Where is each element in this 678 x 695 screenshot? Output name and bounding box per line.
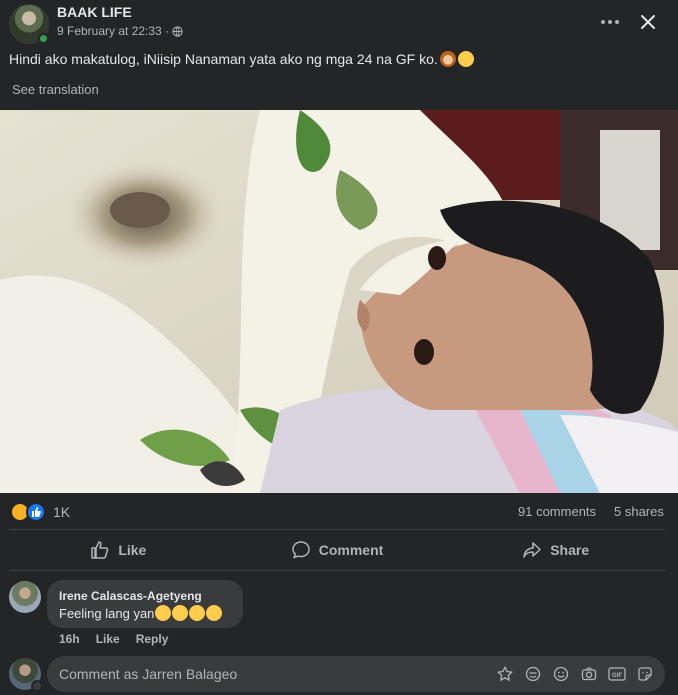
like-button[interactable]: Like — [9, 531, 228, 569]
post-text: Hindi ako makatulog, iNiisip Nanaman yat… — [9, 51, 474, 67]
composer-icons: GIF — [495, 664, 655, 684]
chevron-down-icon[interactable] — [31, 680, 43, 692]
share-icon — [523, 542, 541, 558]
post-header: BAAK LIFE 9 February at 22:33 · — [0, 0, 678, 46]
grin-icon — [206, 605, 223, 621]
online-status-dot — [38, 33, 49, 44]
reaction-icons[interactable] — [10, 502, 48, 522]
comment-time[interactable]: 16h — [59, 632, 80, 646]
photo-illustration — [0, 110, 678, 493]
globe-icon — [172, 25, 183, 37]
avatar-sticker-icon[interactable] — [495, 664, 515, 684]
see-no-evil-monkey-icon — [439, 51, 456, 67]
share-button[interactable]: Share — [446, 531, 665, 569]
post-actions: Like Comment Share — [9, 531, 665, 569]
post-photo[interactable] — [0, 110, 678, 493]
divider-bottom — [9, 570, 665, 571]
comment-like-link[interactable]: Like — [96, 632, 120, 646]
comment-bubble: Irene Calascas-Agetyeng Feeling lang yan — [47, 580, 243, 628]
more-icon — [601, 20, 619, 24]
like-icon — [26, 502, 46, 522]
smiling-face-icon — [457, 51, 474, 67]
comment-reply-link[interactable]: Reply — [136, 632, 169, 646]
thumbs-up-icon — [91, 541, 109, 559]
grin-sweat-icon — [155, 605, 172, 621]
svg-text:GIF: GIF — [612, 673, 622, 679]
comment-input[interactable]: Comment as Jarren Balageo GIF — [47, 656, 665, 692]
share-label: Share — [550, 542, 590, 558]
camera-icon[interactable] — [579, 664, 599, 684]
reactions-row: 1K 91 comments 5 shares — [0, 496, 678, 528]
post-timestamp[interactable]: 9 February at 22:33 · — [57, 24, 169, 38]
author-name[interactable]: BAAK LIFE — [57, 4, 132, 20]
close-button[interactable] — [632, 6, 664, 38]
comment-author[interactable]: Irene Calascas-Agetyeng — [59, 589, 202, 603]
post-body: Hindi ako makatulog, iNiisip Nanaman yat… — [9, 51, 438, 67]
shares-count[interactable]: 5 shares — [614, 504, 664, 519]
grin-icon — [172, 605, 189, 621]
more-options-button[interactable] — [596, 8, 624, 36]
comment-body: Feeling lang yan — [59, 605, 155, 621]
comments-count[interactable]: 91 comments — [518, 504, 596, 519]
comment-input-placeholder: Comment as Jarren Balageo — [59, 666, 238, 682]
like-label: Like — [118, 542, 147, 558]
sticker-icon[interactable] — [635, 664, 655, 684]
see-translation-link[interactable]: See translation — [12, 82, 99, 97]
divider-top — [9, 529, 665, 530]
emoji-icon[interactable] — [523, 664, 543, 684]
smile-icon[interactable] — [551, 664, 571, 684]
grin-icon — [189, 605, 206, 621]
comment-button[interactable]: Comment — [228, 531, 447, 569]
comment-text: Feeling lang yan — [59, 605, 223, 621]
comment-meta: 16h Like Reply — [59, 632, 168, 646]
gif-icon[interactable]: GIF — [607, 664, 627, 684]
comment-icon — [291, 541, 310, 559]
reaction-count[interactable]: 1K — [53, 504, 70, 520]
commenter-avatar[interactable] — [9, 581, 41, 613]
post-meta: 9 February at 22:33 · — [57, 24, 183, 38]
comment-label: Comment — [318, 542, 384, 558]
close-icon — [641, 15, 655, 29]
